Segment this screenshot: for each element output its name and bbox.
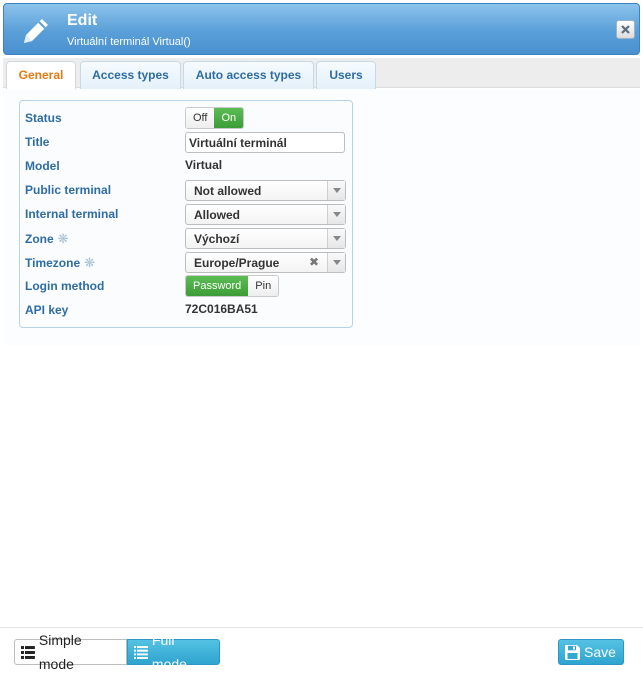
simple-mode-button[interactable]: Simple mode — [14, 632, 127, 672]
zone-label: Zone ❋ — [25, 231, 69, 247]
login-method-pin-option[interactable]: Pin — [248, 276, 279, 296]
dialog-header: Edit Virtuální terminál Virtual() — [3, 3, 640, 55]
internal-terminal-select[interactable]: Allowed — [185, 204, 346, 225]
chevron-down-icon[interactable] — [327, 229, 345, 248]
chevron-down-icon[interactable] — [327, 181, 345, 200]
login-method-label: Login method — [25, 279, 105, 293]
save-button[interactable]: Save — [558, 639, 624, 665]
mode-switch: Simple mode Full mode — [14, 632, 220, 672]
tab-access-types[interactable]: Access types — [80, 61, 181, 89]
internal-terminal-value: Allowed — [194, 208, 241, 222]
model-label: Model — [25, 159, 60, 173]
close-button[interactable] — [616, 20, 635, 39]
required-marker-icon: ❋ — [84, 255, 96, 270]
floppy-disk-icon — [565, 644, 580, 660]
simple-mode-label: Simple mode — [38, 632, 82, 672]
chevron-down-icon[interactable] — [327, 205, 345, 224]
login-method-toggle[interactable]: Password Pin — [185, 275, 280, 297]
tab-general[interactable]: General — [6, 61, 76, 90]
status-toggle[interactable]: Off On — [185, 107, 245, 129]
required-marker-icon: ❋ — [57, 231, 69, 246]
timezone-label-text: Timezone — [25, 256, 81, 270]
chevron-down-icon[interactable] — [327, 253, 345, 272]
internal-terminal-label: Internal terminal — [25, 207, 119, 221]
tab-bar: General Access types Auto access types U… — [3, 58, 640, 90]
detailed-list-icon — [134, 645, 148, 659]
full-mode-button[interactable]: Full mode — [127, 632, 220, 672]
title-label: Title — [25, 135, 50, 149]
tab-users[interactable]: Users — [316, 61, 376, 89]
model-value: Virtual — [185, 158, 223, 172]
status-on-option[interactable]: On — [214, 108, 244, 128]
clear-icon[interactable]: ✖ — [309, 255, 319, 269]
title-input[interactable] — [185, 132, 345, 153]
api-key-value: 72C016BA51 — [185, 302, 258, 316]
public-terminal-value: Not allowed — [194, 184, 262, 198]
tab-auto-access-types[interactable]: Auto access types — [183, 61, 314, 89]
timezone-value: Europe/Prague — [194, 256, 280, 270]
login-method-password-option[interactable]: Password — [186, 276, 249, 296]
zone-label-text: Zone — [25, 232, 54, 246]
api-key-label: API key — [25, 303, 69, 317]
timezone-label: Timezone ❋ — [25, 255, 95, 271]
public-terminal-select[interactable]: Not allowed — [185, 180, 346, 201]
dialog-subtitle: Virtuální terminál Virtual() — [67, 36, 191, 48]
timezone-select[interactable]: Europe/Prague ✖ — [185, 252, 346, 273]
status-off-option[interactable]: Off — [186, 108, 215, 128]
status-label: Status — [25, 111, 62, 125]
dialog-title: Edit — [67, 12, 98, 29]
full-mode-label: Full mode — [151, 632, 187, 672]
pencil-icon — [24, 19, 48, 43]
close-icon — [621, 25, 630, 34]
zone-value: Výchozí — [194, 232, 240, 246]
zone-select[interactable]: Výchozí — [185, 228, 346, 249]
save-label: Save — [584, 644, 616, 660]
list-icon — [21, 645, 35, 659]
public-terminal-label: Public terminal — [25, 183, 112, 197]
